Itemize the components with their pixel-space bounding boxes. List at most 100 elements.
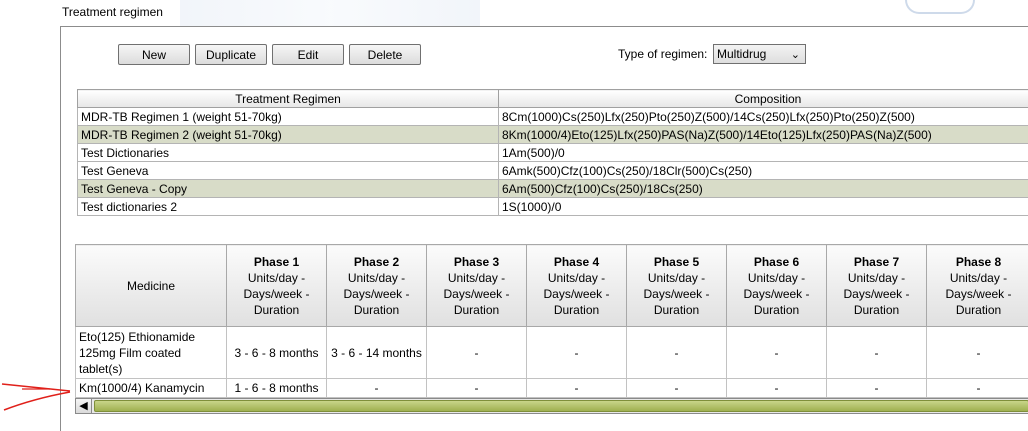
phase-subtitle: Days/week -	[543, 286, 610, 301]
column-header-phase[interactable]: Phase 2 Units/day - Days/week - Duration	[326, 244, 427, 327]
phase-subtitle: Duration	[453, 302, 500, 317]
phase-cell: 1 - 6 - 8 months	[226, 378, 327, 398]
edit-button[interactable]: Edit	[272, 44, 344, 65]
regimen-table: Treatment Regimen Composition MDR-TB Reg…	[77, 89, 1028, 216]
phase-cell: -	[926, 378, 1028, 398]
phase-name: Phase 8	[955, 254, 1002, 269]
column-header-phase[interactable]: Phase 7 Units/day - Days/week - Duration	[826, 244, 927, 327]
phase-name: Phase 7	[853, 254, 900, 269]
regimen-composition: 6Am(500)Cfz(100)Cs(250)/18Cs(250)	[498, 179, 1028, 198]
medicine-name-line: Eto(125) Ethionamide	[79, 329, 196, 344]
phase-name: Phase 2	[353, 254, 400, 269]
column-header-phase[interactable]: Phase 4 Units/day - Days/week - Duration	[526, 244, 627, 327]
phase-subtitle: Duration	[653, 302, 700, 317]
phase-cell: -	[326, 378, 427, 398]
column-header-phase[interactable]: Phase 1 Units/day - Days/week - Duration	[226, 244, 327, 327]
phase-subtitle: Units/day -	[647, 270, 706, 285]
phase-subtitle: Units/day -	[847, 270, 906, 285]
arrow-stroke-upper	[1, 383, 71, 392]
horizontal-scrollbar[interactable]: ◀	[75, 398, 1028, 414]
column-header-phase[interactable]: Phase 3 Units/day - Days/week - Duration	[426, 244, 527, 327]
phase-cell: -	[526, 326, 627, 379]
phase-subtitle: Days/week -	[843, 286, 910, 301]
regimen-composition: 1S(1000)/0	[498, 197, 1028, 216]
regimen-type-select[interactable]: Multidrug ⌄	[713, 44, 806, 64]
phase-subtitle: Duration	[253, 302, 300, 317]
medicine-name-line: 125mg Film coated	[79, 345, 182, 360]
regimen-row[interactable]: Test Geneva 6Amk(500)Cfz(100)Cs(250)/18C…	[77, 161, 1028, 180]
medicine-name-line: Km(1000/4) Kanamycin	[79, 381, 205, 395]
phase-subtitle: Units/day -	[447, 270, 506, 285]
regimen-composition: 8Cm(1000)Cs(250)Lfx(250)Pto(250)Z(500)/1…	[498, 107, 1028, 126]
regimen-composition: 1Am(500)/0	[498, 143, 1028, 162]
phase-subtitle: Duration	[853, 302, 900, 317]
phase-name: Phase 5	[653, 254, 700, 269]
regimen-composition: 6Amk(500)Cfz(100)Cs(250)/18Clr(500)Cs(25…	[498, 161, 1028, 180]
regimen-row[interactable]: MDR-TB Regimen 1 (weight 51-70kg) 8Cm(10…	[77, 107, 1028, 126]
phase-cell: -	[426, 326, 527, 379]
regimen-row[interactable]: Test Dictionaries 1Am(500)/0	[77, 143, 1028, 162]
phase-subtitle: Days/week -	[243, 286, 310, 301]
phase-subtitle: Units/day -	[347, 270, 406, 285]
regimen-name: MDR-TB Regimen 1 (weight 51-70kg)	[77, 107, 499, 126]
regimen-type-value: Multidrug	[717, 47, 767, 61]
regimen-composition: 8Km(1000/4)Eto(125)Lfx(250)PAS(Na)Z(500)…	[498, 125, 1028, 144]
red-arrow-annotation	[1, 383, 71, 411]
arrow-stroke-lower	[3, 391, 71, 411]
phase-subtitle: Days/week -	[743, 286, 810, 301]
medicine-row[interactable]: Eto(125) Ethionamide 125mg Film coated t…	[75, 326, 1028, 379]
phase-subtitle: Duration	[553, 302, 600, 317]
medicine-cell: Km(1000/4) Kanamycin	[75, 378, 227, 398]
duplicate-button[interactable]: Duplicate	[195, 44, 267, 65]
chevron-down-icon: ⌄	[790, 49, 800, 61]
phase-subtitle: Units/day -	[247, 270, 306, 285]
phase-name: Phase 1	[253, 254, 300, 269]
new-button[interactable]: New	[118, 44, 190, 65]
medicine-cell: Eto(125) Ethionamide 125mg Film coated t…	[75, 326, 227, 379]
regimen-name: Test Geneva	[77, 161, 499, 180]
regimen-type-label: Type of regimen:	[618, 47, 708, 61]
column-header-treatment-regimen[interactable]: Treatment Regimen	[77, 89, 499, 108]
phase-subtitle: Duration	[353, 302, 400, 317]
scrollbar-thumb[interactable]	[94, 400, 1028, 412]
column-header-medicine[interactable]: Medicine	[75, 244, 227, 327]
phase-cell: -	[626, 378, 727, 398]
regimen-row[interactable]: Test dictionaries 2 1S(1000)/0	[77, 197, 1028, 216]
phase-name: Phase 6	[753, 254, 800, 269]
delete-button[interactable]: Delete	[349, 44, 421, 65]
phase-cell: -	[926, 326, 1028, 379]
column-header-composition[interactable]: Composition	[498, 89, 1028, 108]
phase-subtitle: Duration	[955, 302, 1002, 317]
phase-cell: -	[826, 378, 927, 398]
background-decoration	[905, 0, 975, 14]
phase-subtitle: Units/day -	[747, 270, 806, 285]
phase-subtitle: Days/week -	[443, 286, 510, 301]
medicine-row[interactable]: Km(1000/4) Kanamycin 1 - 6 - 8 months - …	[75, 378, 1028, 398]
window-title: Treatment regimen	[62, 5, 163, 19]
medicine-name-line: tablet(s)	[79, 361, 123, 376]
phase-table-viewport: Medicine Phase 1 Units/day - Days/week -…	[75, 244, 1028, 412]
phase-subtitle: Days/week -	[643, 286, 710, 301]
phase-cell: 3 - 6 - 8 months	[226, 326, 327, 379]
phase-subtitle: Units/day -	[949, 270, 1008, 285]
regimen-name: MDR-TB Regimen 2 (weight 51-70kg)	[77, 125, 499, 144]
background-window-strip	[180, 0, 480, 26]
phase-cell: 3 - 6 - 14 months	[326, 326, 427, 379]
phase-cell: -	[726, 378, 827, 398]
phase-subtitle: Duration	[753, 302, 800, 317]
column-header-phase[interactable]: Phase 5 Units/day - Days/week - Duration	[626, 244, 727, 327]
regimen-name: Test dictionaries 2	[77, 197, 499, 216]
phase-cell: -	[626, 326, 727, 379]
phase-cell: -	[826, 326, 927, 379]
column-header-phase[interactable]: Phase 6 Units/day - Days/week - Duration	[726, 244, 827, 327]
regimen-name: Test Geneva - Copy	[77, 179, 499, 198]
phase-subtitle: Units/day -	[547, 270, 606, 285]
phase-cell: -	[526, 378, 627, 398]
phase-name: Phase 4	[553, 254, 600, 269]
phase-table: Medicine Phase 1 Units/day - Days/week -…	[75, 244, 1028, 398]
regimen-row-selected[interactable]: Test Geneva - Copy 6Am(500)Cfz(100)Cs(25…	[77, 179, 1028, 198]
regimen-row-selected[interactable]: MDR-TB Regimen 2 (weight 51-70kg) 8Km(10…	[77, 125, 1028, 144]
column-header-phase[interactable]: Phase 8 Units/day - Days/week - Duration	[926, 244, 1028, 327]
phase-cell: -	[726, 326, 827, 379]
regimen-name: Test Dictionaries	[77, 143, 499, 162]
